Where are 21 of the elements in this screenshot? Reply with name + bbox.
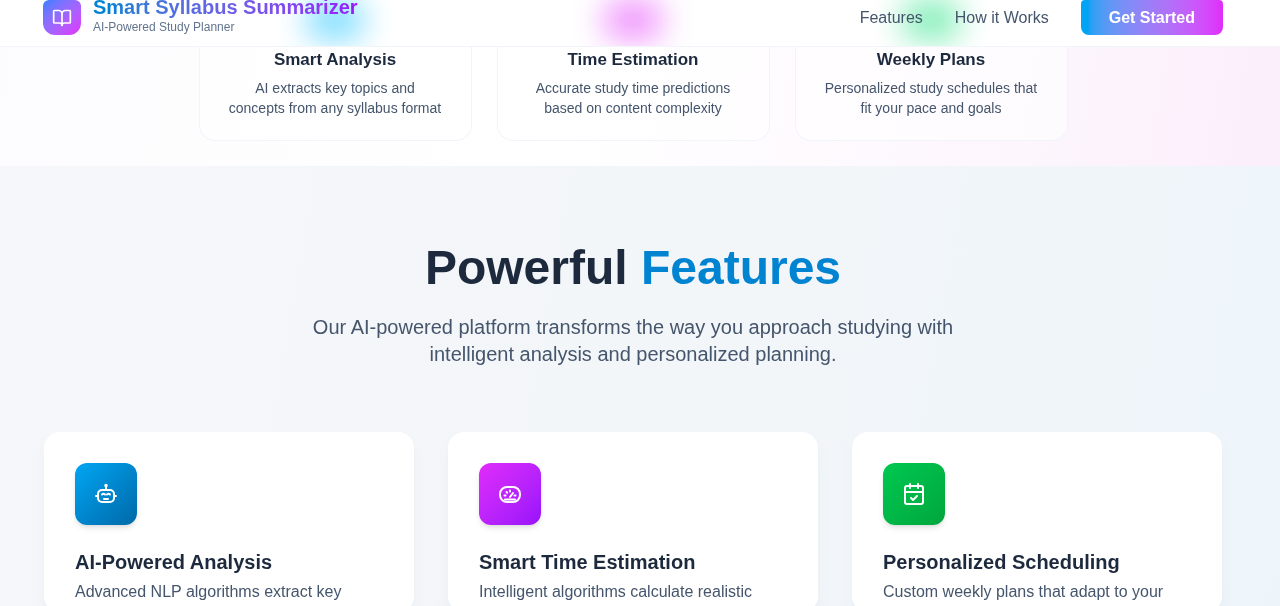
card-description: Advanced NLP algorithms extract key (75, 582, 343, 602)
calendar-check-icon (883, 463, 945, 525)
section-subtitle: Our AI-powered platform transforms the way you approach studying with intelligent analysis and personalized planning. (311, 315, 955, 367)
card-title: Time Estimation (567, 49, 699, 71)
card-description: Intelligent algorithms calculate realistic (479, 582, 753, 602)
card-description: Accurate study time predictions based on content complexity (534, 79, 732, 118)
nav-link[interactable]: Features (859, 5, 923, 30)
robot-icon (75, 463, 137, 525)
card-description: AI extracts key topics and concepts from any syllabus format (227, 79, 443, 118)
card-description: Personalized study schedules that fit your pace and goals (823, 79, 1039, 118)
blurred-icon (605, 0, 661, 40)
card-title: AI-Powered Analysis (75, 550, 274, 575)
section-heading: Powerful Features (424, 244, 842, 292)
card-title: Personalized Scheduling (883, 550, 1121, 575)
gauge-icon (479, 463, 541, 525)
nav-link[interactable]: How it Works (954, 5, 1049, 30)
card-title: Smart Analysis (273, 49, 397, 71)
card-title: Weekly Plans (876, 49, 986, 71)
app-tagline: AI-Powered Study Planner (93, 18, 236, 35)
card-title: Smart Time Estimation (479, 550, 697, 575)
card-description: Custom weekly plans that adapt to your (883, 582, 1165, 602)
